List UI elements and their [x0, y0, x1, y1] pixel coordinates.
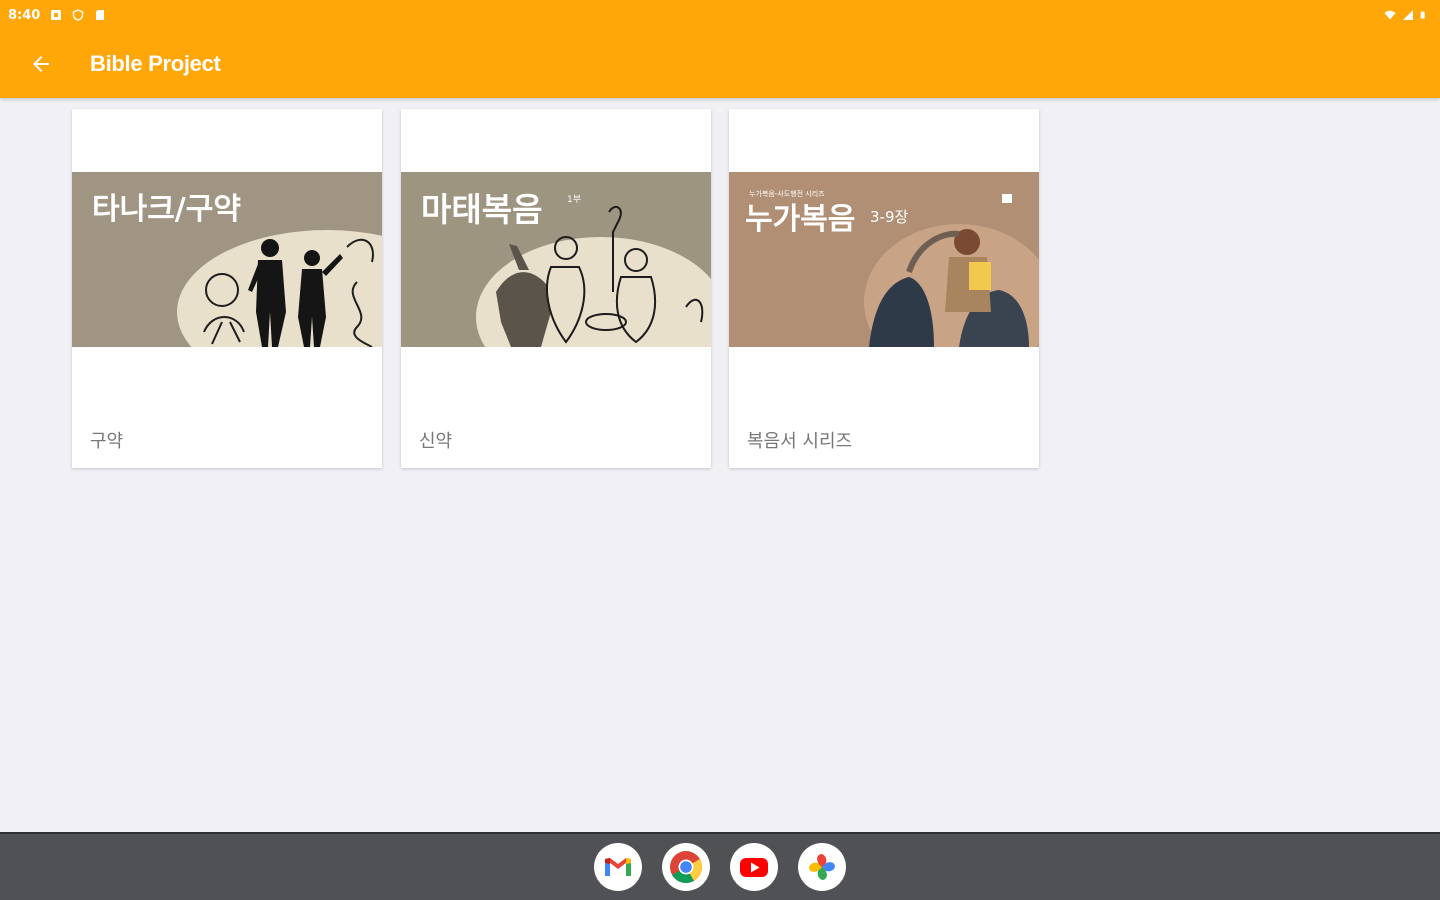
card-thumbnail: 누가복음-사도행전 시리즈 누가복음 3-9장	[729, 172, 1039, 347]
notification-icon	[51, 10, 62, 20]
card-thumbnail: 마태복음 1부	[401, 172, 711, 347]
thumbnail-illustration: 타나크/구약	[72, 172, 382, 347]
thumbnail-series-text: 누가복음-사도행전 시리즈	[749, 189, 825, 198]
battery-icon	[1420, 11, 1425, 19]
taskbar	[0, 832, 1440, 900]
sd-card-icon	[96, 10, 105, 20]
thumbnail-illustration: 마태복음 1부	[401, 172, 711, 347]
thumbnail-superscript: 3-9장	[870, 208, 908, 226]
thumbnail-title: 마태복음	[421, 190, 542, 229]
back-button[interactable]	[13, 36, 69, 92]
page-title: Bible Project	[90, 51, 221, 76]
chrome-app[interactable]	[662, 843, 710, 891]
card-old-testament[interactable]: 타나크/구약 구약	[72, 109, 382, 468]
thumbnail-title: 타나크/구약	[92, 192, 241, 227]
signal-icon	[1403, 10, 1413, 20]
status-right	[1384, 9, 1428, 21]
gmail-app[interactable]	[594, 843, 642, 891]
gmail-icon	[605, 858, 631, 876]
thumbnail-illustration: 누가복음-사도행전 시리즈 누가복음 3-9장	[729, 172, 1039, 347]
card-label: 신약	[419, 431, 453, 452]
card-thumbnail: 타나크/구약	[72, 172, 382, 347]
card-label: 복음서 시리즈	[747, 431, 853, 452]
status-time: 8:40	[8, 7, 41, 23]
photos-app[interactable]	[798, 843, 846, 891]
youtube-app[interactable]	[730, 843, 778, 891]
thumbnail-superscript: 1부	[567, 194, 581, 205]
card-new-testament[interactable]: 마태복음 1부 신약	[401, 109, 711, 468]
card-gospel-series[interactable]: 누가복음-사도행전 시리즈 누가복음 3-9장 복음서 시리즈	[729, 109, 1039, 468]
shield-icon	[73, 9, 84, 21]
photos-icon	[809, 854, 835, 880]
thumbnail-title: 누가복음	[745, 202, 855, 237]
card-grid: 타나크/구약 구약 마태복음 1부 신약 누가복음-사도행전 시리즈 누가복음 …	[0, 98, 1440, 832]
chrome-icon	[670, 851, 703, 884]
app-bar: Bible Project	[0, 30, 1440, 98]
bookmark-icon	[1002, 194, 1012, 203]
status-bar: 8:40	[0, 0, 1440, 30]
status-left: 8:40	[8, 8, 106, 23]
wifi-icon	[1384, 10, 1396, 20]
youtube-icon	[740, 858, 768, 877]
card-label: 구약	[90, 431, 124, 452]
arrow-back-icon	[33, 56, 49, 72]
